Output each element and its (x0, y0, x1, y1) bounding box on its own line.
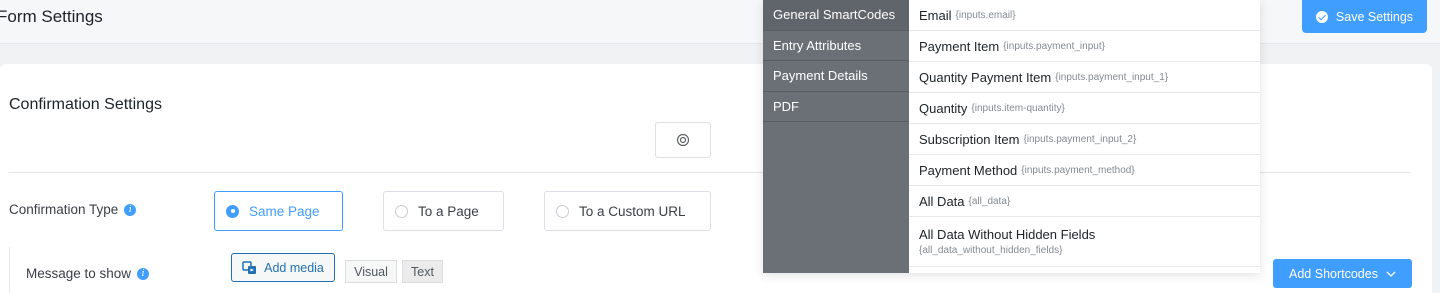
info-icon[interactable]: i (124, 203, 137, 216)
shortcode-item[interactable]: Email {inputs.email} (909, 0, 1260, 31)
radio-circle (556, 204, 569, 218)
save-settings-button[interactable]: Save Settings (1302, 0, 1427, 33)
shortcode-code: {inputs.payment_method} (1021, 164, 1135, 176)
shortcode-code: {inputs.payment_input} (1003, 40, 1105, 52)
shortcode-item[interactable]: Subscription Item {inputs.payment_input_… (909, 124, 1260, 155)
shortcode-item[interactable]: All Data {all_data} (909, 186, 1260, 217)
shortcode-list: Email {inputs.email} Payment Item {input… (909, 0, 1260, 273)
shortcode-name: Quantity Payment Item (919, 69, 1052, 85)
shortcode-item[interactable]: Payment Method {inputs.payment_method} (909, 155, 1260, 186)
shortcode-item[interactable]: Quantity {inputs.item-quantity} (909, 93, 1260, 124)
category-pdf[interactable]: PDF (763, 92, 909, 122)
tab-visual[interactable]: Visual (345, 260, 397, 283)
radio-circle (226, 204, 239, 218)
card-title: Confirmation Settings (9, 96, 162, 113)
add-media-button[interactable]: Add media (231, 253, 335, 282)
radio-to-a-page[interactable]: To a Page (383, 191, 504, 231)
radio-label: Same Page (249, 203, 320, 219)
message-label: Message to show i (26, 266, 150, 281)
shortcode-name: Email (919, 7, 952, 23)
shortcode-code: {all_data_without_hidden_fields} (919, 245, 1063, 256)
info-icon[interactable]: i (137, 267, 150, 280)
category-payment-details[interactable]: Payment Details (763, 61, 909, 92)
radio-custom-url[interactable]: To a Custom URL (544, 191, 711, 231)
shortcode-name: Quantity (919, 100, 968, 116)
message-label-text: Message to show (26, 266, 132, 281)
shortcode-name: Payment Method (919, 162, 1018, 178)
shortcode-categories: General SmartCodes Entry Attributes Paym… (763, 0, 909, 273)
shortcode-code: {inputs.payment_input_1} (1055, 71, 1169, 83)
check-circle-icon (1315, 10, 1328, 23)
shortcode-name: Payment Item (919, 38, 1000, 54)
shortcode-code: {inputs.email} (955, 9, 1016, 21)
chevron-down-icon (1386, 271, 1396, 277)
category-general-smartcodes[interactable]: General SmartCodes (763, 0, 909, 31)
shortcodes-dropdown: General SmartCodes Entry Attributes Paym… (763, 0, 1260, 273)
shortcode-code: {inputs.payment_input_2} (1023, 133, 1137, 145)
settings-icon-button[interactable] (655, 122, 711, 158)
shortcode-code: {inputs.item-quantity} (971, 102, 1065, 114)
radio-label: To a Custom URL (579, 203, 686, 219)
radio-same-page[interactable]: Same Page (214, 191, 343, 231)
shortcode-name: Subscription Item (919, 131, 1020, 147)
radio-circle (395, 204, 408, 218)
add-shortcodes-button[interactable]: Add Shortcodes (1273, 259, 1412, 288)
shortcode-name: All Data Without Hidden Fields (919, 227, 1096, 242)
circle-icon (676, 133, 690, 147)
confirmation-type-text: Confirmation Type (9, 202, 119, 217)
add-media-label: Add media (264, 260, 324, 275)
confirmation-type-label: Confirmation Type i (9, 202, 137, 217)
media-icon (242, 260, 257, 274)
shortcode-item[interactable]: Payment Item {inputs.payment_input} (909, 31, 1260, 62)
category-entry-attributes[interactable]: Entry Attributes (763, 31, 909, 61)
tab-text[interactable]: Text (402, 260, 443, 283)
save-settings-label: Save Settings (1335, 9, 1414, 24)
radio-label: To a Page (418, 203, 479, 219)
shortcode-item[interactable]: Quantity Payment Item {inputs.payment_in… (909, 62, 1260, 93)
shortcode-code: {all_data} (968, 195, 1011, 207)
shortcode-item[interactable]: All Data Without Hidden Fields {all_data… (909, 217, 1260, 267)
add-shortcodes-label: Add Shortcodes (1289, 266, 1378, 281)
shortcode-name: All Data (919, 193, 965, 209)
page-title: Form Settings (0, 7, 103, 26)
